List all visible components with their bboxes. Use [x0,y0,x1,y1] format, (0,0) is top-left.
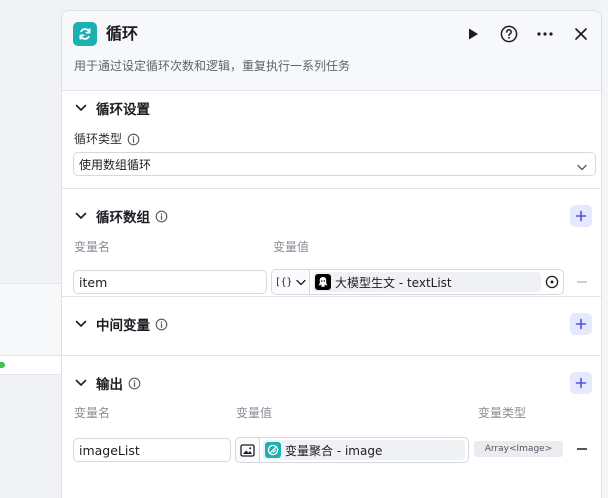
remove-row-icon[interactable] [575,275,589,289]
loop-node-panel: 循环 用于通过设定循环次数和逻辑，重复执行一系列任务 循环设置 循环类型 使用数… [61,10,602,498]
section-title: 中间变量 [96,318,150,334]
column-type-label: 变量类型 [478,406,527,420]
array-var-value-ref[interactable]: [{}] 大模型生文 - textList [271,269,564,295]
column-value-label: 变量值 [273,240,310,254]
var-type-select[interactable]: [{}] [272,270,310,294]
column-name-label: 变量名 [74,240,111,254]
column-value-label: 变量值 [236,406,273,420]
variable-reference-chip[interactable]: 大模型生文 - textList [313,272,541,292]
reference-text: 大模型生文 - textList [335,275,452,290]
panel-header: 循环 用于通过设定循环次数和逻辑，重复执行一系列任务 [62,11,601,91]
reference-text: 变量聚合 - image [285,443,383,458]
section-title: 循环设置 [96,102,150,118]
aggregate-icon [265,442,281,458]
section-title: 输出 [96,377,123,393]
target-select-icon[interactable] [545,275,559,289]
info-icon[interactable] [128,377,141,390]
panel-description[interactable]: 用于通过设定循环次数和逻辑，重复执行一系列任务 [74,58,350,74]
canvas-edge [601,0,608,498]
add-array-button[interactable] [570,205,592,227]
var-type-badge: Array<Image> [474,441,563,457]
chevron-down-icon[interactable] [74,209,88,223]
help-circle-icon[interactable] [498,23,520,45]
chevron-down-icon [577,160,587,174]
loop-icon [73,22,97,46]
chevron-down-icon [296,279,306,286]
section-title: 循环数组 [96,210,150,226]
output-header[interactable]: 输出 [74,372,141,394]
loop-settings-section: 循环设置 循环类型 使用数组循环 [62,91,601,189]
loop-array-header[interactable]: 循环数组 [74,205,168,227]
loop-type-select[interactable]: 使用数组循环 [73,152,596,176]
more-dots-icon[interactable] [534,23,556,45]
remove-row-icon[interactable] [575,442,589,456]
intermediate-vars-section: 中间变量 [62,297,601,356]
loop-array-section: 循环数组 变量名 变量值 item [{}] [62,189,601,297]
loop-type-label: 循环类型 [74,131,140,147]
panel-title[interactable]: 循环 [106,23,138,45]
chevron-down-icon[interactable] [74,376,88,390]
add-output-button[interactable] [570,372,592,394]
braces-array-icon: [{}] [275,275,298,290]
output-section: 输出 变量名 变量值 变量类型 imageList 变量聚合 - image A… [62,356,601,498]
info-icon[interactable] [127,133,140,146]
chevron-down-icon[interactable] [74,101,88,115]
output-var-name-input[interactable]: imageList [73,438,231,462]
llm-avatar-icon [315,274,331,290]
array-var-name-input[interactable]: item [73,270,267,294]
chevron-down-icon[interactable] [74,317,88,331]
add-intermediate-button[interactable] [570,313,592,335]
info-icon[interactable] [155,210,168,223]
play-icon[interactable] [462,23,484,45]
variable-reference-chip[interactable]: 变量聚合 - image [263,440,465,460]
column-name-label: 变量名 [74,406,111,420]
info-icon[interactable] [155,318,168,331]
canvas-node-port-row [0,355,62,375]
close-icon[interactable] [570,23,592,45]
var-type-select[interactable] [236,438,260,462]
image-icon [240,443,255,457]
loop-settings-header[interactable]: 循环设置 [74,97,150,119]
intermediate-vars-header[interactable]: 中间变量 [74,313,168,335]
output-var-value-ref[interactable]: 变量聚合 - image [235,437,469,463]
svg-text:[{}]: [{}] [275,277,291,287]
